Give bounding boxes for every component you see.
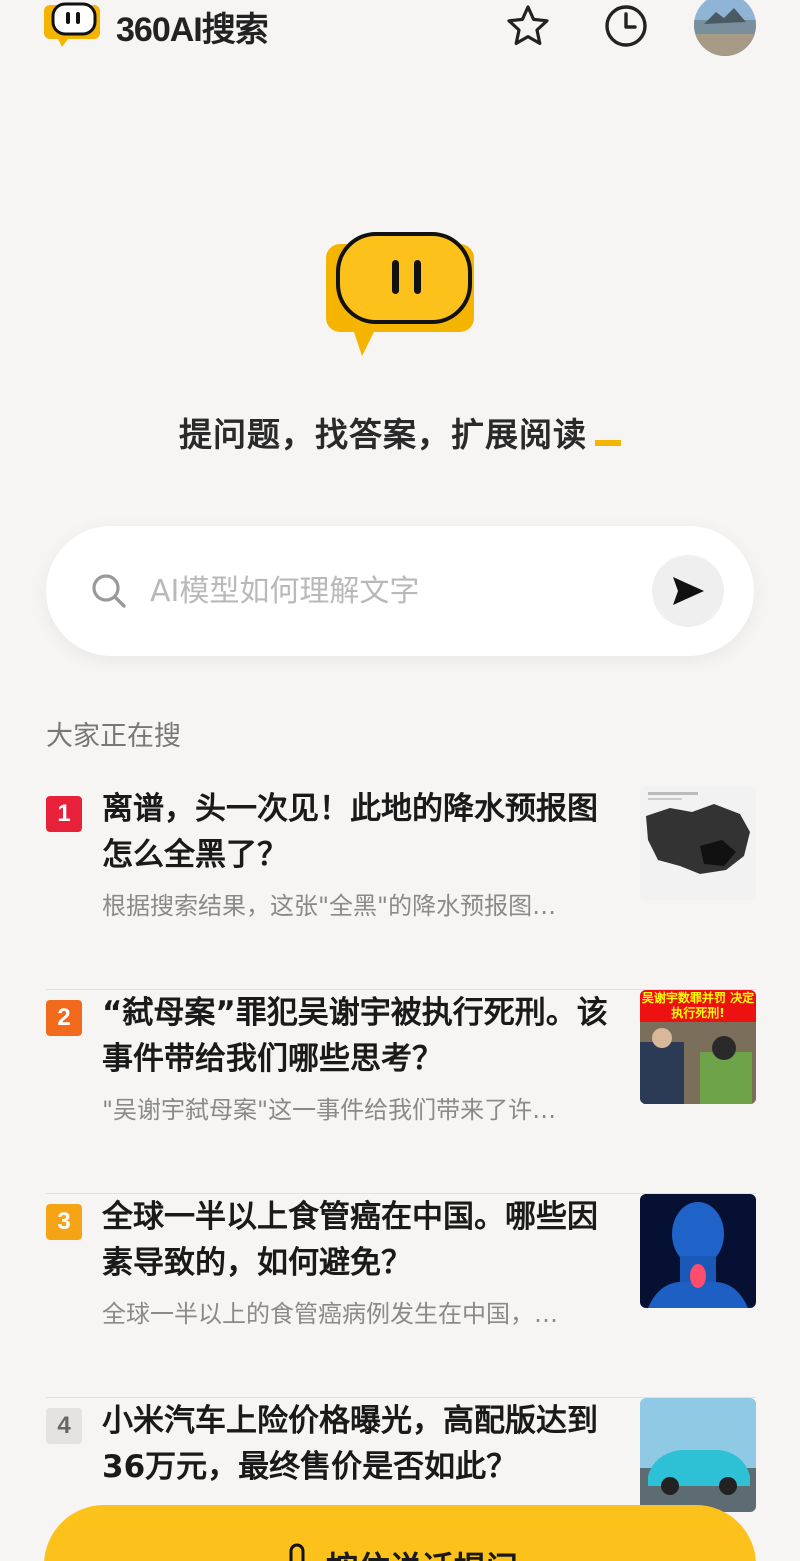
typing-cursor	[595, 440, 621, 446]
search-input[interactable]	[150, 566, 640, 616]
brand-logo-icon	[44, 2, 100, 47]
item-title: 离谱，头一次见！此地的降水预报图怎么全黑了？	[102, 791, 598, 873]
mascot-icon	[326, 232, 474, 356]
item-title: 全球一半以上食管癌在中国。哪些因素导致的，如何避免？	[102, 1199, 598, 1281]
item-thumbnail	[640, 1194, 756, 1308]
list-item[interactable]: 3 全球一半以上食管癌在中国。哪些因素导致的，如何避免？ 全球一半以上的食管癌病…	[46, 1194, 756, 1398]
microphone-icon	[284, 1543, 309, 1561]
car-photo-image	[640, 1398, 756, 1512]
item-title: “弑母案”罪犯吴谢宇被执行死刑。该事件带给我们哪些思考？	[102, 995, 608, 1077]
clock-icon	[605, 5, 647, 47]
avatar[interactable]	[694, 0, 756, 56]
tagline-text: 提问题，找答案，扩展阅读	[179, 415, 587, 454]
voice-ask-button[interactable]: 按住说话提问	[44, 1505, 756, 1561]
star-icon	[507, 5, 549, 45]
search-icon	[92, 574, 126, 608]
list-item[interactable]: 2 “弑母案”罪犯吴谢宇被执行死刑。该事件带给我们哪些思考？ "吴谢宇弑母案"这…	[46, 990, 756, 1194]
rank-badge: 3	[46, 1204, 82, 1240]
history-button[interactable]	[602, 2, 650, 50]
item-thumbnail	[640, 786, 756, 900]
precipitation-map-image	[640, 786, 756, 900]
top-bar: 360AI搜索	[0, 0, 800, 60]
item-summary: "吴谢宇弑母案"这一事件给我们带来了许…	[102, 1096, 557, 1124]
voice-button-label: 按住说话提问	[326, 1543, 518, 1561]
avatar-image	[694, 0, 756, 56]
news-photo-image	[640, 1022, 756, 1104]
tagline: 提问题，找答案，扩展阅读	[0, 408, 800, 456]
item-title: 小米汽车上险价格曝光，高配版达到36万元，最终售价是否如此？	[102, 1403, 598, 1485]
brand-name: 360AI搜索	[116, 10, 269, 49]
send-icon	[673, 577, 704, 605]
thumbnail-caption: 吴谢宇数罪并罚 决定执行死刑!	[640, 990, 756, 1022]
rank-badge: 2	[46, 1000, 82, 1036]
trending-title: 大家正在搜	[46, 721, 181, 752]
item-summary: 全球一半以上的食管癌病例发生在中国，…	[102, 1300, 558, 1328]
send-button[interactable]	[652, 555, 724, 627]
brand[interactable]: 360AI搜索	[44, 0, 269, 52]
favorite-button[interactable]	[504, 2, 552, 50]
esophagus-illustration-image	[640, 1194, 756, 1308]
item-thumbnail	[640, 1398, 756, 1512]
list-item[interactable]: 1 离谱，头一次见！此地的降水预报图怎么全黑了？ 根据搜索结果，这张"全黑"的降…	[46, 786, 756, 990]
rank-badge: 4	[46, 1408, 82, 1444]
rank-badge: 1	[46, 796, 82, 832]
search-box[interactable]	[46, 526, 754, 656]
item-summary: 根据搜索结果，这张"全黑"的降水预报图…	[102, 892, 557, 920]
item-thumbnail: 吴谢宇数罪并罚 决定执行死刑!	[640, 990, 756, 1104]
